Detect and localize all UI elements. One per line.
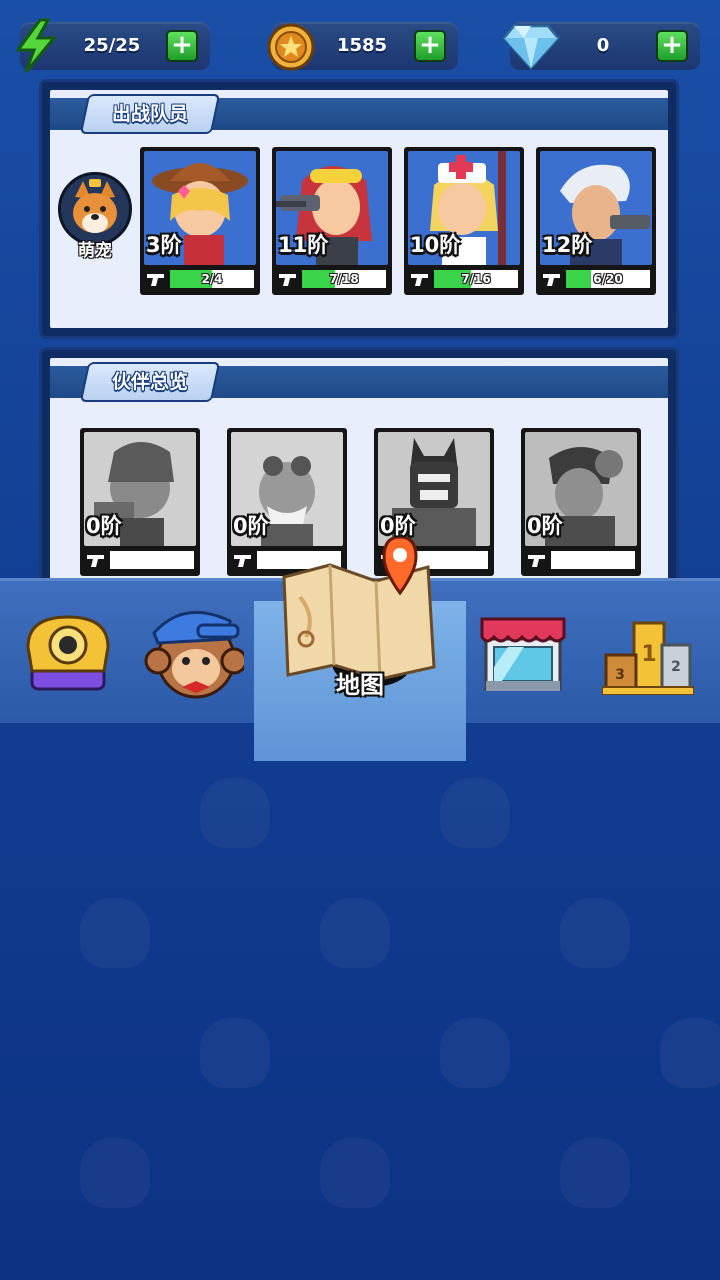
gun-icon — [528, 555, 545, 567]
team-member-tier: 12阶 — [542, 233, 593, 257]
lightning-icon — [15, 18, 58, 73]
gun-icon — [87, 555, 104, 567]
nav-item-cannon[interactable] — [4, 581, 134, 723]
pet-label: 萌宠 — [78, 241, 112, 261]
energy-value: 25/25 — [83, 35, 141, 56]
gun-icon — [234, 555, 251, 567]
add-gems-button[interactable]: + — [656, 30, 688, 62]
gold-cannon-icon — [26, 615, 110, 691]
team-member-tier: 3阶 — [146, 233, 182, 257]
team-member-progress: 7/16 — [434, 270, 518, 288]
diamond-icon — [502, 24, 560, 70]
partner-card[interactable]: 0阶 — [80, 428, 200, 576]
svg-text:3: 3 — [615, 667, 625, 683]
team-member-card[interactable]: 11阶 7/18 — [272, 147, 392, 295]
corgi-pet-icon — [58, 172, 132, 246]
coin-icon — [267, 23, 315, 71]
partner-card[interactable]: 0阶 — [521, 428, 641, 576]
gun-icon — [411, 274, 428, 286]
team-member-card[interactable]: 3阶 2/4 — [140, 147, 260, 295]
team-panel-title: 出战队员 — [112, 103, 189, 125]
podium-icon: 1 3 2 — [602, 621, 694, 695]
gun-icon — [147, 274, 164, 286]
nav-item-ranking[interactable]: 1 3 2 — [590, 581, 720, 723]
team-panel-title-tab: 出战队员 — [79, 94, 221, 134]
team-member-progress: 2/4 — [170, 270, 254, 288]
bottom-nav: 地图 1 3 2 — [0, 537, 720, 761]
partner-progress — [551, 551, 635, 569]
team-member-progress: 7/18 — [302, 270, 386, 288]
partner-tier: 0阶 — [233, 514, 269, 538]
nav-map-label: 地图 — [336, 671, 384, 699]
gun-icon — [279, 274, 296, 286]
add-energy-button[interactable]: + — [166, 30, 198, 62]
partner-progress — [110, 551, 194, 569]
partner-tier: 0阶 — [380, 514, 416, 538]
nav-item-shop[interactable] — [466, 581, 596, 723]
svg-text:1: 1 — [641, 642, 656, 667]
nav-item-map[interactable]: 地图 — [254, 537, 466, 761]
team-member-tier: 11阶 — [278, 233, 329, 257]
resource-bar: 25/25 + 1585 + 0 + — [0, 0, 720, 80]
partner-tier: 0阶 — [86, 514, 122, 538]
partners-panel-title: 伙伴总览 — [112, 371, 189, 393]
character-face-icon — [144, 610, 244, 699]
coin-resource: 1585 + — [267, 22, 458, 71]
svg-text:2: 2 — [671, 659, 681, 675]
team-member-progress: 6/20 — [566, 270, 650, 288]
shop-icon — [480, 617, 566, 691]
energy-resource: 25/25 + — [15, 18, 210, 73]
team-member-card[interactable]: 12阶 6/20 — [536, 147, 656, 295]
gun-icon — [543, 274, 560, 286]
nav-item-character[interactable] — [130, 581, 260, 723]
coin-value: 1585 — [336, 35, 388, 56]
add-coins-button[interactable]: + — [414, 30, 446, 62]
team-member-tier: 10阶 — [410, 233, 461, 257]
gem-value: 0 — [596, 35, 610, 56]
partner-tier: 0阶 — [527, 514, 563, 538]
gem-resource: 0 + — [502, 22, 700, 70]
team-member-card[interactable]: 10阶 7/16 — [404, 147, 524, 295]
partners-panel-title-tab: 伙伴总览 — [79, 362, 221, 402]
